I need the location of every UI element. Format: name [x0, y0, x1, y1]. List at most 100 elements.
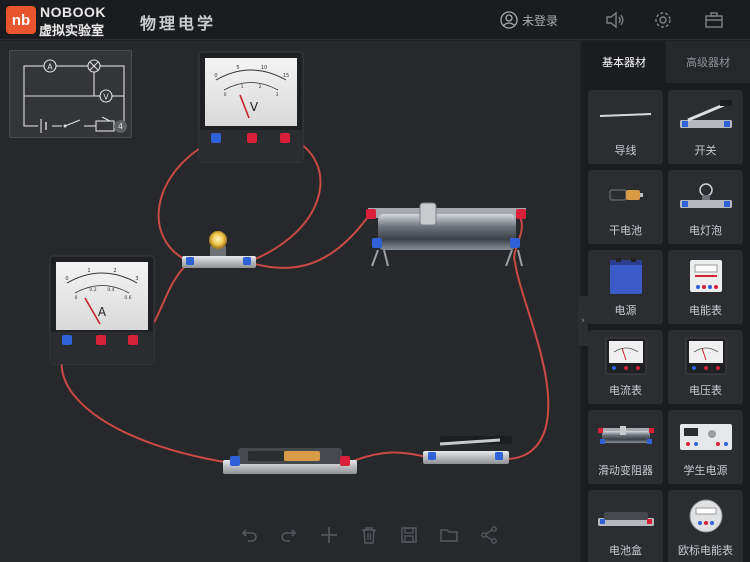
add-button[interactable]	[318, 524, 340, 546]
voltmeter[interactable]: 0 5 10 15 0 1 2 3 V	[198, 51, 304, 163]
open-button[interactable]	[438, 524, 460, 546]
equipment-item-power-supply[interactable]: 电源	[588, 250, 663, 324]
voltmeter-inner-tick-label: 3	[276, 92, 279, 98]
eu-energy-meter-icon	[689, 499, 723, 533]
equipment-label: 电源	[614, 304, 637, 317]
terminal[interactable]	[366, 209, 376, 219]
equipment-item-switch[interactable]: 开关	[668, 90, 743, 164]
equipment-item-rheostat[interactable]: 滑动变阻器	[588, 410, 663, 484]
undo-icon	[241, 529, 257, 542]
terminal[interactable]	[510, 238, 520, 248]
plus-icon	[321, 527, 337, 543]
equipment-item-voltmeter[interactable]: 电压表	[668, 330, 743, 404]
tab-advanced-equipment[interactable]: 高级器材	[666, 41, 750, 83]
delete-button[interactable]	[358, 524, 380, 546]
voltmeter-tick-label: 5	[236, 65, 239, 71]
equipment-item-ammeter[interactable]: 电流表	[588, 330, 663, 404]
terminal[interactable]	[186, 257, 194, 265]
equipment-label: 导线	[614, 144, 637, 157]
circuit-layer: 0 5 10 15 0 1 2 3 V 0 1 2 3 0 0.2 0.4 0.…	[49, 51, 550, 474]
terminal-positive[interactable]	[96, 335, 106, 345]
share-button[interactable]	[478, 524, 500, 546]
power-supply-icon	[610, 258, 642, 294]
toolbox-icon[interactable]	[703, 9, 725, 31]
voltmeter-symbol: V	[250, 100, 259, 114]
equipment-label: 学生电源	[683, 464, 728, 477]
gear-icon[interactable]	[652, 9, 674, 31]
share-icon	[481, 526, 497, 544]
terminal-positive[interactable]	[280, 133, 290, 143]
ammeter-inner-tick-label: 0.6	[124, 295, 131, 301]
equipment-label: 电灯泡	[689, 224, 722, 237]
equipment-label: 滑动变阻器	[598, 464, 653, 477]
battery-box[interactable]	[223, 448, 357, 474]
terminal[interactable]	[428, 452, 436, 460]
terminal[interactable]	[230, 456, 240, 466]
terminal[interactable]	[340, 456, 350, 466]
terminal[interactable]	[495, 452, 503, 460]
ammeter-symbol: A	[98, 305, 107, 319]
ammeter-inner-tick-label: 0.2	[89, 287, 96, 293]
save-icon	[401, 527, 417, 543]
terminal[interactable]	[243, 257, 251, 265]
lamp[interactable]	[182, 231, 256, 268]
terminal-positive[interactable]	[128, 335, 138, 345]
trash-icon	[362, 527, 376, 544]
wire-icon	[599, 113, 652, 117]
rheostat-icon	[598, 426, 654, 444]
panel-collapse-handle[interactable]: ›	[578, 296, 588, 346]
equipment-label: 干电池	[609, 224, 642, 237]
ammeter-icon	[605, 337, 647, 375]
terminal-positive[interactable]	[247, 133, 257, 143]
ammeter-inner-tick-label: 0	[75, 295, 78, 301]
wire[interactable]	[347, 451, 431, 464]
ammeter[interactable]: 0 1 2 3 0 0.2 0.4 0.6 A	[49, 255, 155, 365]
ammeter-tick-label: 0	[65, 276, 68, 282]
ammeter-tick-label: 2	[113, 268, 116, 274]
equipment-item-bulb[interactable]: 电灯泡	[668, 170, 743, 244]
wire[interactable]	[247, 213, 371, 269]
switch[interactable]	[423, 436, 512, 464]
terminal[interactable]	[372, 238, 382, 248]
voltmeter-inner-tick-label: 2	[259, 84, 262, 90]
voltmeter-inner-tick-label: 0	[224, 92, 227, 98]
battery-icon	[609, 189, 643, 201]
equipment-tabs: 基本器材 高级器材	[582, 41, 750, 83]
terminal-negative[interactable]	[211, 133, 221, 143]
equipment-item-dry-battery[interactable]: 干电池	[588, 170, 663, 244]
terminal[interactable]	[516, 209, 526, 219]
ammeter-inner-tick-label: 0.4	[107, 287, 114, 293]
bulb-icon	[209, 231, 227, 249]
energy-meter-icon	[690, 260, 722, 292]
equipment-grid: 导线 开关 干电池 电灯泡 电源 电能表 电流表 电压表 滑动变阻器 学生电源 …	[588, 90, 746, 562]
equipment-item-energy-meter[interactable]: 电能表	[668, 250, 743, 324]
terminal-negative[interactable]	[62, 335, 72, 345]
folder-icon	[440, 529, 458, 542]
chevron-right-icon: ›	[581, 316, 585, 326]
voltmeter-inner-tick-label: 1	[241, 84, 244, 90]
voltmeter-icon	[685, 337, 727, 375]
tab-basic-equipment[interactable]: 基本器材	[582, 41, 666, 83]
voltmeter-tick-label: 10	[261, 65, 267, 71]
equipment-label: 欧标电能表	[678, 544, 733, 557]
battery-box-icon	[598, 512, 654, 526]
equipment-item-student-power[interactable]: 学生电源	[668, 410, 743, 484]
equipment-label: 开关	[694, 144, 717, 157]
speaker-icon[interactable]	[604, 9, 626, 31]
undo-button[interactable]	[238, 524, 260, 546]
wire[interactable]	[499, 261, 550, 460]
equipment-item-wire[interactable]: 导线	[588, 90, 663, 164]
voltmeter-tick-label: 15	[283, 73, 289, 79]
equipment-label: 电池盒	[609, 544, 642, 557]
bulb-icon	[680, 183, 732, 208]
equipment-label: 电压表	[689, 384, 722, 397]
equipment-label: 电能表	[689, 304, 722, 317]
rheostat[interactable]	[366, 202, 526, 267]
redo-button[interactable]	[278, 524, 300, 546]
equipment-item-eu-energy-meter[interactable]: 欧标电能表	[668, 490, 743, 562]
equipment-item-battery-box[interactable]: 电池盒	[588, 490, 663, 562]
student-power-icon	[680, 424, 732, 450]
ammeter-tick-label: 3	[135, 276, 138, 282]
bottom-toolbar	[238, 524, 500, 546]
save-button[interactable]	[398, 524, 420, 546]
